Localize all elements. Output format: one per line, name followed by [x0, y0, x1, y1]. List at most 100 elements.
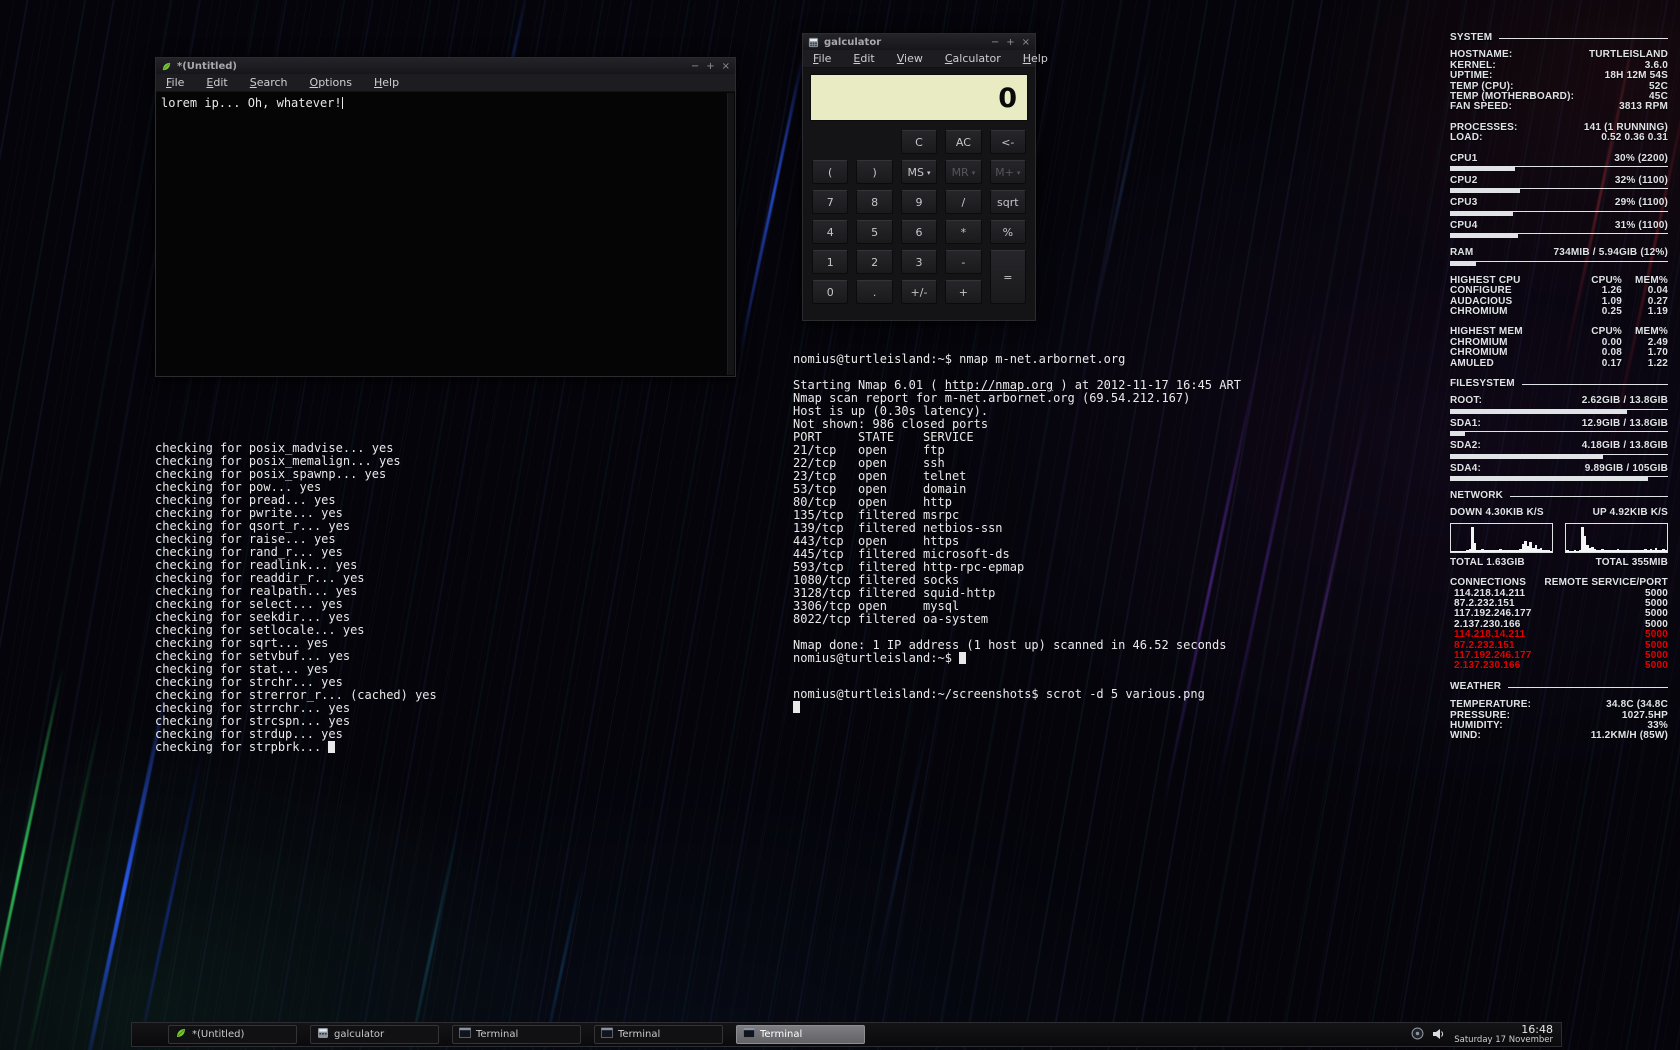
terminal-line: Not shown: 986 closed ports	[793, 417, 1273, 430]
terminal-icon	[743, 1027, 755, 1042]
terminal-line: 139/tcp filtered netbios-ssn	[793, 521, 1273, 534]
calc-button-8[interactable]: 8	[856, 190, 892, 214]
terminal-line: checking for select... yes	[155, 597, 615, 610]
calc-button-M+[interactable]: M+▾	[990, 160, 1026, 184]
section-header-filesystem: FILESYSTEM	[1450, 379, 1668, 389]
minimize-icon[interactable]: −	[991, 37, 999, 48]
terminal-configure-output[interactable]: checking for posix_madvise... yescheckin…	[155, 441, 615, 753]
terminal-line: Nmap done: 1 IP address (1 host up) scan…	[793, 638, 1273, 651]
terminal-line: checking for posix_spawnp... yes	[155, 467, 615, 480]
conky-bar-row: SDA4:9.89GIB / 105GIB	[1450, 464, 1668, 481]
calc-button-sqrt[interactable]: sqrt	[990, 190, 1026, 214]
terminal-line: checking for qsort_r... yes	[155, 519, 615, 532]
terminal-line: 593/tcp filtered http-rpc-epmap	[793, 560, 1273, 573]
taskbar-task-terminal[interactable]: Terminal	[736, 1025, 865, 1044]
upload-graph	[1565, 523, 1668, 553]
conky-bar-row: CPU329% (1100)	[1450, 198, 1668, 215]
terminal-line: 8022/tcp filtered oa-system	[793, 612, 1273, 625]
terminal-line: checking for realpath... yes	[155, 584, 615, 597]
calculator-menu-item-file[interactable]: File	[813, 52, 831, 65]
calc-button--[interactable]: -	[945, 250, 981, 274]
calc-button-MR[interactable]: MR▾	[945, 160, 981, 184]
editor-text-area[interactable]: lorem ip... Oh, whatever!	[157, 93, 734, 375]
terminal-line: 53/tcp open domain	[793, 482, 1273, 495]
maximize-icon[interactable]: +	[706, 61, 714, 72]
terminal-nmap[interactable]: nomius@turtleisland:~$ nmap m-net.arborn…	[793, 352, 1273, 664]
calc-button-AC[interactable]: AC	[945, 130, 981, 154]
task-label: Terminal	[618, 1029, 660, 1040]
section-header-system: SYSTEM	[1450, 33, 1668, 43]
highest-mem-table: HIGHEST MEMCPU%MEM%CHROMIUM0.002.49CHROM…	[1450, 327, 1668, 369]
taskbar-task-terminal[interactable]: Terminal	[452, 1025, 581, 1044]
calc-button-7[interactable]: 7	[812, 190, 848, 214]
calculator-window[interactable]: galculator − + × FileEditViewCalculatorH…	[802, 33, 1036, 321]
terminal-line: checking for posix_memalign... yes	[155, 454, 615, 467]
calculator-menu-item-view[interactable]: View	[897, 52, 923, 65]
calc-button-([interactable]: (	[812, 160, 848, 184]
terminal-line: checking for strrchr... yes	[155, 701, 615, 714]
editor-menu-item-search[interactable]: Search	[250, 76, 288, 89]
terminal-line: checking for sqrt... yes	[155, 636, 615, 649]
calc-button-/[interactable]: /	[945, 190, 981, 214]
calculator-menu-item-calculator[interactable]: Calculator	[945, 52, 1001, 65]
editor-menu-item-edit[interactable]: Edit	[206, 76, 227, 89]
calc-button-+[interactable]: +	[945, 280, 981, 304]
calc-button-9[interactable]: 9	[901, 190, 937, 214]
process-row: AMULED0.171.22	[1450, 359, 1668, 369]
tray-icon[interactable]	[1411, 1025, 1424, 1044]
calc-button-2[interactable]: 2	[856, 250, 892, 274]
calc-button-%[interactable]: %	[990, 220, 1026, 244]
terminal-line: checking for pow... yes	[155, 480, 615, 493]
terminal-line: checking for stat... yes	[155, 662, 615, 675]
calc-button-=[interactable]: =	[990, 250, 1026, 304]
taskbar-task-galculator[interactable]: galculator	[310, 1025, 439, 1044]
calc-button-6[interactable]: 6	[901, 220, 937, 244]
editor-menu-item-help[interactable]: Help	[374, 76, 399, 89]
calculator-menu-item-help[interactable]: Help	[1023, 52, 1048, 65]
terminal-line	[793, 365, 1273, 378]
calc-button-+/-[interactable]: +/-	[901, 280, 937, 304]
leafpad-icon	[161, 61, 172, 72]
editor-menu-item-options[interactable]: Options	[310, 76, 352, 89]
editor-title: *(Untitled)	[177, 61, 691, 72]
maximize-icon[interactable]: +	[1006, 37, 1014, 48]
task-label: Terminal	[476, 1029, 518, 1040]
calc-button-C[interactable]: C	[901, 130, 937, 154]
terminal-line: Starting Nmap 6.01 ( http://nmap.org ) a…	[793, 378, 1273, 391]
editor-menu-item-file[interactable]: File	[166, 76, 184, 89]
terminal-line: 3128/tcp filtered squid-http	[793, 586, 1273, 599]
editor-titlebar[interactable]: *(Untitled) − + ×	[156, 58, 735, 74]
calc-button-4[interactable]: 4	[812, 220, 848, 244]
calc-button-3[interactable]: 3	[901, 250, 937, 274]
editor-window[interactable]: *(Untitled) − + × File Edit Search Options H…	[155, 57, 736, 377]
calculator-titlebar[interactable]: galculator − + ×	[803, 34, 1035, 50]
calculator-icon	[317, 1027, 329, 1042]
terminal-line	[793, 625, 1273, 638]
taskbar-task--untitled-[interactable]: *(Untitled)	[168, 1025, 297, 1044]
conky-row: FAN SPEED:3813 RPM	[1450, 102, 1668, 112]
terminal-line: 23/tcp open telnet	[793, 469, 1273, 482]
terminal-line: checking for strdup... yes	[155, 727, 615, 740]
calc-button-1[interactable]: 1	[812, 250, 848, 274]
close-icon[interactable]: ×	[722, 61, 730, 72]
editor-scrollbar[interactable]	[727, 93, 734, 375]
taskbar-task-terminal[interactable]: Terminal	[594, 1025, 723, 1044]
conky-bar-row: ROOT:2.62GIB / 13.8GIB	[1450, 396, 1668, 413]
minimize-icon[interactable]: −	[691, 61, 699, 72]
net-up-label: UP 4.92KIB K/S	[1593, 508, 1668, 518]
calc-button-<-[interactable]: <-	[990, 130, 1026, 154]
terminal-icon	[459, 1027, 471, 1042]
calc-button-0[interactable]: 0	[812, 280, 848, 304]
calc-button-.[interactable]: .	[856, 280, 892, 304]
terminal-line: nomius@turtleisland:~$ nmap m-net.arborn…	[793, 352, 1273, 365]
calc-button-MS[interactable]: MS▾	[901, 160, 937, 184]
calc-button-5[interactable]: 5	[856, 220, 892, 244]
calc-button-)[interactable]: )	[856, 160, 892, 184]
calculator-menu-item-edit[interactable]: Edit	[853, 52, 874, 65]
close-icon[interactable]: ×	[1022, 37, 1030, 48]
terminal-scrot[interactable]: nomius@turtleisland:~/screenshots$ scrot…	[793, 687, 1273, 713]
clock-time: 16:48	[1454, 1024, 1553, 1035]
calc-button-*[interactable]: *	[945, 220, 981, 244]
volume-icon[interactable]	[1432, 1025, 1446, 1044]
terminal-line: checking for rand_r... yes	[155, 545, 615, 558]
